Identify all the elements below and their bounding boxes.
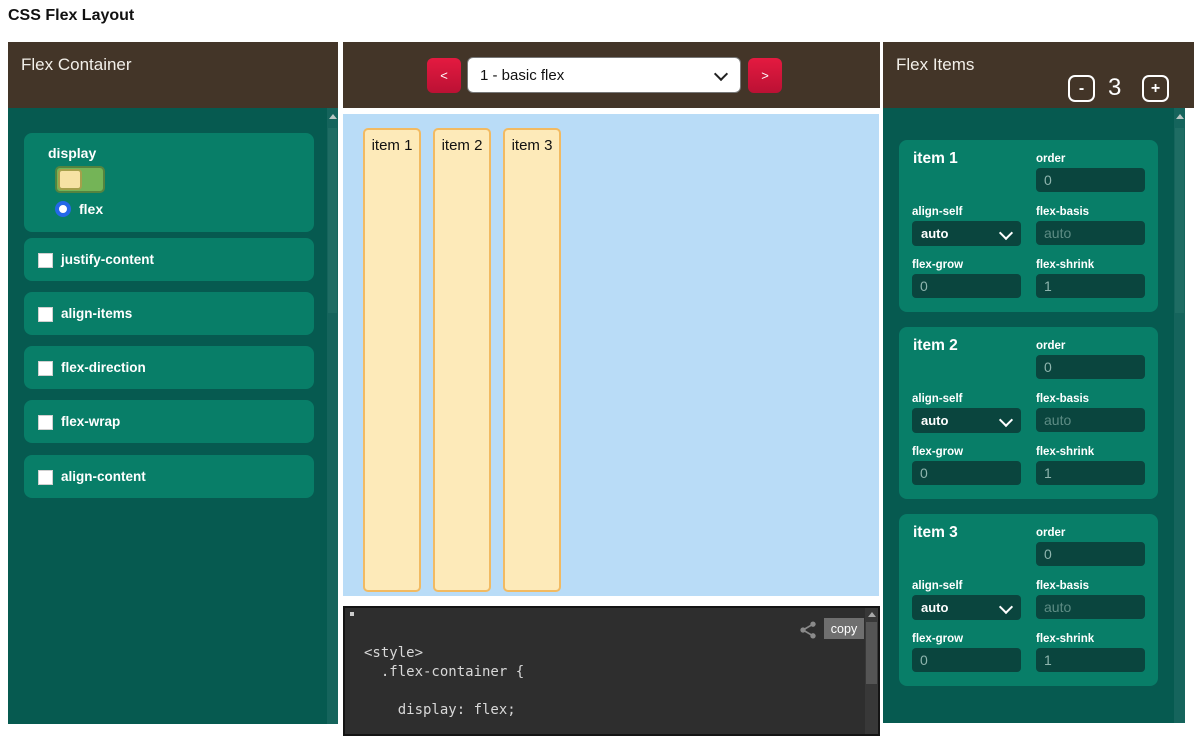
flex-wrap-label: flex-wrap bbox=[61, 414, 120, 429]
order-input[interactable] bbox=[1036, 168, 1145, 192]
right-panel-scrollbar[interactable] bbox=[1174, 108, 1185, 723]
align-self-label: align-self bbox=[912, 206, 962, 218]
flex-basis-label: flex-basis bbox=[1036, 206, 1089, 218]
justify-content-checkbox[interactable] bbox=[38, 253, 53, 268]
align-self-label: align-self bbox=[912, 580, 962, 592]
flex-direction-label: flex-direction bbox=[61, 360, 146, 375]
code-scrollbar[interactable] bbox=[865, 608, 878, 734]
copy-button[interactable]: copy bbox=[824, 618, 864, 639]
toggle-knob-icon bbox=[58, 169, 82, 190]
order-label: order bbox=[1036, 527, 1065, 539]
flex-item-1: item 1 bbox=[363, 128, 421, 592]
scrollbar-thumb[interactable] bbox=[1175, 128, 1184, 313]
flex-direction-checkbox[interactable] bbox=[38, 361, 53, 376]
scroll-up-icon[interactable] bbox=[868, 612, 876, 617]
flex-grow-label: flex-grow bbox=[912, 633, 963, 645]
flex-basis-input[interactable] bbox=[1036, 221, 1145, 245]
display-flex-radio[interactable] bbox=[55, 201, 71, 217]
flex-container-panel-title: Flex Container bbox=[21, 55, 132, 75]
flex-items-panel-title: Flex Items bbox=[896, 55, 974, 75]
display-card: display flex bbox=[24, 133, 314, 232]
next-example-button[interactable]: > bbox=[748, 58, 782, 93]
example-selector-bar: < 1 - basic flex > bbox=[343, 42, 880, 108]
flex-items-panel: Flex Items - 3 + item 1 order align-self… bbox=[883, 42, 1194, 724]
property-card-align-content: align-content bbox=[24, 455, 314, 498]
add-item-button[interactable]: + bbox=[1142, 75, 1169, 102]
share-icon[interactable] bbox=[798, 620, 818, 640]
align-self-select[interactable]: auto bbox=[912, 221, 1021, 246]
item-count: 3 bbox=[1108, 74, 1121, 102]
scroll-up-icon[interactable] bbox=[1176, 114, 1184, 119]
item-2-title: item 2 bbox=[913, 337, 958, 355]
display-toggle[interactable] bbox=[55, 166, 105, 193]
flex-shrink-input[interactable] bbox=[1036, 461, 1145, 485]
flex-basis-label: flex-basis bbox=[1036, 580, 1089, 592]
flex-shrink-label: flex-shrink bbox=[1036, 446, 1094, 458]
remove-item-button[interactable]: - bbox=[1068, 75, 1095, 102]
flex-grow-label: flex-grow bbox=[912, 446, 963, 458]
flex-shrink-input[interactable] bbox=[1036, 648, 1145, 672]
item-1-title: item 1 bbox=[913, 150, 958, 168]
order-label: order bbox=[1036, 340, 1065, 352]
flex-container-panel-header: Flex Container bbox=[8, 42, 338, 108]
property-card-flex-direction: flex-direction bbox=[24, 346, 314, 389]
flex-shrink-input[interactable] bbox=[1036, 274, 1145, 298]
flex-grow-input[interactable] bbox=[912, 274, 1021, 298]
flex-container-panel: Flex Container display flex justify-cont… bbox=[8, 42, 338, 724]
flex-basis-input[interactable] bbox=[1036, 595, 1145, 619]
scrollbar-thumb[interactable] bbox=[328, 128, 337, 313]
flex-grow-input[interactable] bbox=[912, 648, 1021, 672]
flex-grow-label: flex-grow bbox=[912, 259, 963, 271]
order-input[interactable] bbox=[1036, 542, 1145, 566]
code-text: <style> .flex-container { display: flex; bbox=[364, 644, 524, 720]
flex-basis-input[interactable] bbox=[1036, 408, 1145, 432]
align-self-select[interactable]: auto bbox=[912, 408, 1021, 433]
align-content-label: align-content bbox=[61, 469, 146, 484]
flex-container-panel-body: display flex justify-content align-items… bbox=[8, 108, 338, 724]
property-card-justify-content: justify-content bbox=[24, 238, 314, 281]
page-title: CSS Flex Layout bbox=[8, 7, 134, 25]
flex-item-3: item 3 bbox=[503, 128, 561, 592]
left-panel-scrollbar[interactable] bbox=[327, 108, 338, 724]
scrollbar-thumb[interactable] bbox=[866, 622, 877, 684]
align-content-checkbox[interactable] bbox=[38, 470, 53, 485]
order-label: order bbox=[1036, 153, 1065, 165]
previous-example-button[interactable]: < bbox=[427, 58, 461, 93]
align-items-label: align-items bbox=[61, 306, 132, 321]
item-1-card: item 1 order align-self auto flex-basis … bbox=[899, 140, 1158, 312]
scroll-up-icon[interactable] bbox=[329, 114, 337, 119]
flex-item-2: item 2 bbox=[433, 128, 491, 592]
flex-shrink-label: flex-shrink bbox=[1036, 259, 1094, 271]
property-card-align-items: align-items bbox=[24, 292, 314, 335]
item-3-title: item 3 bbox=[913, 524, 958, 542]
item-3-card: item 3 order align-self auto flex-basis … bbox=[899, 514, 1158, 686]
flex-wrap-checkbox[interactable] bbox=[38, 415, 53, 430]
flex-container-preview: item 1 item 2 item 3 bbox=[343, 114, 879, 596]
align-items-checkbox[interactable] bbox=[38, 307, 53, 322]
flex-grow-input[interactable] bbox=[912, 461, 1021, 485]
flex-items-panel-header: Flex Items - 3 + bbox=[883, 42, 1194, 108]
property-card-flex-wrap: flex-wrap bbox=[24, 400, 314, 443]
code-panel: <style> .flex-container { display: flex;… bbox=[343, 606, 880, 736]
flex-items-panel-body: item 1 order align-self auto flex-basis … bbox=[883, 108, 1185, 723]
align-self-label: align-self bbox=[912, 393, 962, 405]
code-bullet-icon bbox=[350, 612, 354, 616]
flex-basis-label: flex-basis bbox=[1036, 393, 1089, 405]
item-2-card: item 2 order align-self auto flex-basis … bbox=[899, 327, 1158, 499]
example-select[interactable]: 1 - basic flex bbox=[467, 57, 741, 93]
display-flex-radio-label: flex bbox=[79, 201, 103, 217]
display-label: display bbox=[48, 145, 96, 161]
align-self-select[interactable]: auto bbox=[912, 595, 1021, 620]
order-input[interactable] bbox=[1036, 355, 1145, 379]
flex-shrink-label: flex-shrink bbox=[1036, 633, 1094, 645]
justify-content-label: justify-content bbox=[61, 252, 154, 267]
